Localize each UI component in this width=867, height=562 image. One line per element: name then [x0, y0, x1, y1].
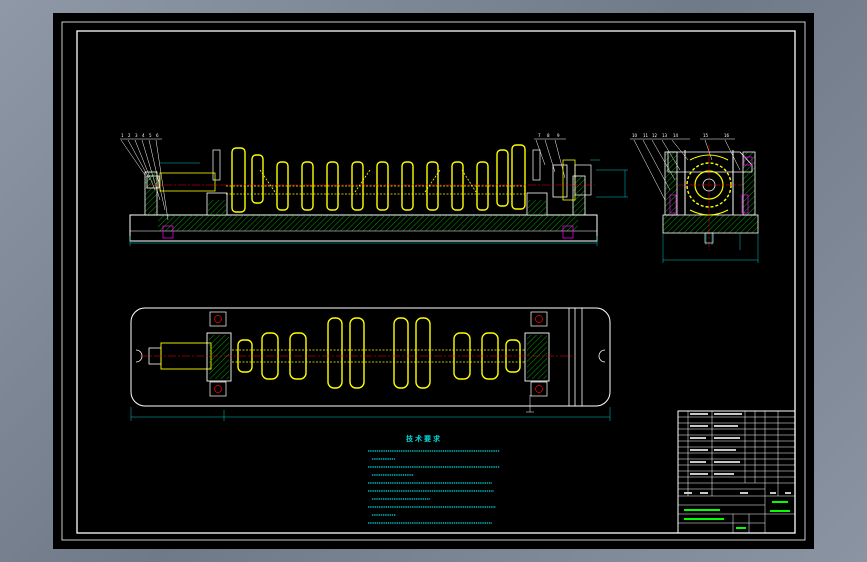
svg-text:11: 11: [643, 133, 649, 138]
svg-text:15: 15: [703, 133, 709, 138]
svg-text:16: 16: [724, 133, 730, 138]
drawing-sheet: [53, 13, 814, 549]
notes-title: 技术要求: [406, 434, 442, 443]
cad-drawing-canvas[interactable]: 12 34 56 78 9 10 11 12 13 14 15 16 技术要求: [0, 0, 867, 562]
svg-text:10: 10: [632, 133, 638, 138]
svg-text:12: 12: [652, 133, 658, 138]
svg-text:13: 13: [662, 133, 668, 138]
svg-text:14: 14: [673, 133, 679, 138]
